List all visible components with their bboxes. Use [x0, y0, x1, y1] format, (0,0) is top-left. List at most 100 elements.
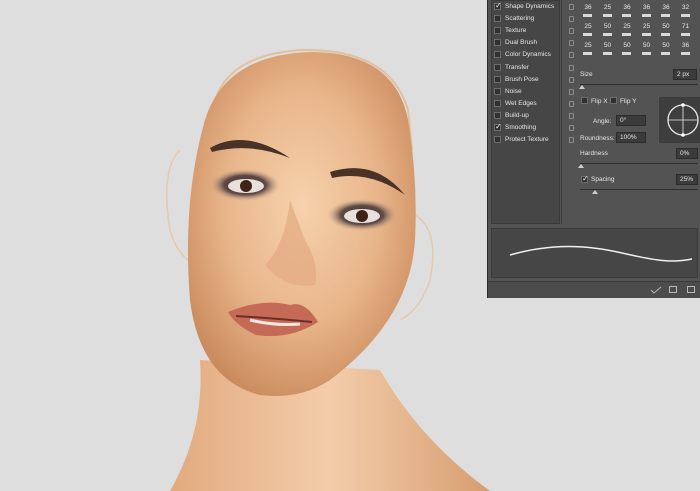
- brush-grid-icon[interactable]: [669, 286, 677, 293]
- brush-option-label: Build-up: [505, 111, 529, 119]
- spacing-slider-thumb[interactable]: [592, 190, 598, 194]
- brush-option-checkbox[interactable]: [494, 27, 501, 35]
- brush-preset-tip[interactable]: [661, 52, 670, 55]
- brush-preset-tip[interactable]: [661, 14, 670, 17]
- create-new-brush-icon[interactable]: [687, 286, 695, 293]
- panel-bottom-bar: [488, 281, 700, 298]
- spacing-checkbox[interactable]: [581, 174, 589, 183]
- brush-preset-size[interactable]: 32: [677, 4, 695, 11]
- angle-field[interactable]: 0°: [616, 115, 646, 126]
- brush-preset-tip[interactable]: [680, 14, 690, 17]
- brush-preset-size[interactable]: 25: [618, 23, 636, 30]
- brush-option-row[interactable]: Wet Edges: [494, 99, 574, 110]
- hardness-field[interactable]: 0%: [676, 148, 698, 159]
- lock-icon[interactable]: [569, 64, 574, 71]
- lock-icon[interactable]: [569, 100, 574, 107]
- brush-option-checkbox[interactable]: [494, 63, 501, 71]
- brush-option-label: Texture: [505, 27, 527, 35]
- brush-preset-tip[interactable]: [602, 14, 612, 17]
- brush-preset-tip[interactable]: [622, 33, 631, 36]
- brush-option-label: Brush Pose: [505, 75, 539, 83]
- angle-roundness-widget[interactable]: [659, 97, 700, 143]
- brush-preset-tip[interactable]: [641, 33, 651, 36]
- brush-option-row[interactable]: Texture: [494, 26, 574, 37]
- stroke-preview: [491, 228, 698, 278]
- brush-preset-tip[interactable]: [641, 52, 651, 55]
- flip-x-checkbox[interactable]: [581, 97, 588, 104]
- brush-preset-size[interactable]: 50: [638, 42, 656, 49]
- brush-option-checkbox[interactable]: [494, 136, 501, 144]
- size-field[interactable]: 2 px: [673, 69, 697, 80]
- brush-preset-size[interactable]: 36: [579, 4, 597, 11]
- brush-option-checkbox[interactable]: [494, 39, 501, 47]
- size-slider-track[interactable]: [580, 84, 698, 85]
- brush-preset-tip[interactable]: [680, 33, 690, 36]
- brush-option-checkbox[interactable]: [494, 111, 501, 119]
- brush-option-checkbox[interactable]: [494, 75, 501, 83]
- brush-preset-tip[interactable]: [622, 14, 631, 17]
- lock-icon[interactable]: [569, 52, 574, 59]
- brush-preset-size[interactable]: 25: [599, 4, 617, 11]
- hardness-slider-track[interactable]: [580, 163, 698, 164]
- brush-option-row[interactable]: Shape Dynamics: [494, 1, 574, 13]
- spacing-label: Spacing: [591, 176, 615, 183]
- brush-preset-tip[interactable]: [583, 14, 592, 17]
- brush-preset-size[interactable]: 71: [677, 23, 695, 30]
- hardness-slider-thumb[interactable]: [578, 164, 584, 168]
- lock-icon[interactable]: [569, 4, 574, 10]
- brush-preset-tip[interactable]: [622, 52, 631, 55]
- brush-preset-tip[interactable]: [583, 52, 592, 55]
- brush-option-row[interactable]: Dual Brush: [494, 38, 574, 49]
- brush-option-checkbox[interactable]: [494, 87, 501, 95]
- brush-preset-size[interactable]: 50: [657, 42, 675, 49]
- lock-icon[interactable]: [569, 16, 574, 23]
- brush-preset-size[interactable]: 50: [618, 42, 636, 49]
- brush-preset-size[interactable]: 36: [677, 42, 695, 49]
- brush-option-row[interactable]: Protect Texture: [494, 135, 574, 146]
- brush-preset-size[interactable]: 25: [579, 42, 597, 49]
- lock-icon[interactable]: [569, 28, 574, 35]
- size-slider-thumb[interactable]: [579, 85, 585, 89]
- brush-preset-size[interactable]: 50: [599, 42, 617, 49]
- panel-divider: [561, 0, 562, 224]
- brush-preset-tip[interactable]: [680, 52, 690, 55]
- lock-icon[interactable]: [569, 88, 574, 95]
- brush-preset-size[interactable]: 36: [638, 4, 656, 11]
- brush-presets-grid[interactable]: 36 25 36 36 36 32 25 50 25 25 50 71 25 50 50 50 50 36: [579, 0, 700, 63]
- roundness-field[interactable]: 100%: [616, 132, 646, 143]
- spacing-field[interactable]: 25%: [676, 174, 698, 185]
- brush-preset-tip[interactable]: [661, 33, 670, 36]
- brush-preset-tip[interactable]: [602, 33, 612, 36]
- brush-preset-size[interactable]: 50: [657, 23, 675, 30]
- brush-option-row[interactable]: Noise: [494, 87, 574, 98]
- brush-option-row[interactable]: Brush Pose: [494, 75, 574, 86]
- brush-preset-tip[interactable]: [602, 52, 612, 55]
- brush-option-row[interactable]: Smoothing: [494, 122, 574, 134]
- brush-option-checkbox[interactable]: [494, 15, 501, 23]
- brush-preset-size[interactable]: 50: [599, 23, 617, 30]
- brush-preset-size[interactable]: 36: [618, 4, 636, 11]
- brush-option-checkbox[interactable]: [494, 99, 501, 107]
- brush-option-checkbox[interactable]: [494, 51, 501, 59]
- brush-option-checkbox[interactable]: [494, 122, 502, 131]
- toggle-live-tip-icon[interactable]: [650, 286, 662, 294]
- brush-preset-tip[interactable]: [583, 33, 592, 36]
- flip-y-checkbox[interactable]: [610, 97, 617, 104]
- brush-preset-size[interactable]: 25: [579, 23, 597, 30]
- brush-option-label: Dual Brush: [505, 39, 538, 47]
- brush-option-row[interactable]: Color Dynamics: [494, 50, 574, 61]
- brush-preset-tip[interactable]: [641, 14, 651, 17]
- brush-panel: Shape Dynamics Scattering Texture Dual Brus…: [487, 0, 700, 298]
- lock-icon[interactable]: [569, 112, 574, 119]
- brush-option-row[interactable]: Scattering: [494, 14, 574, 25]
- brush-option-row[interactable]: Build-up: [494, 111, 574, 122]
- stroke-preview-curve: [509, 245, 693, 262]
- lock-icon[interactable]: [569, 76, 574, 83]
- brush-option-checkbox[interactable]: [494, 1, 502, 10]
- lock-icon[interactable]: [569, 40, 574, 47]
- lock-icon[interactable]: [569, 125, 574, 131]
- lock-icon[interactable]: [569, 137, 574, 144]
- brush-option-row[interactable]: Transfer: [494, 63, 574, 74]
- brush-preset-size[interactable]: 36: [657, 4, 675, 11]
- brush-preset-size[interactable]: 25: [638, 23, 656, 30]
